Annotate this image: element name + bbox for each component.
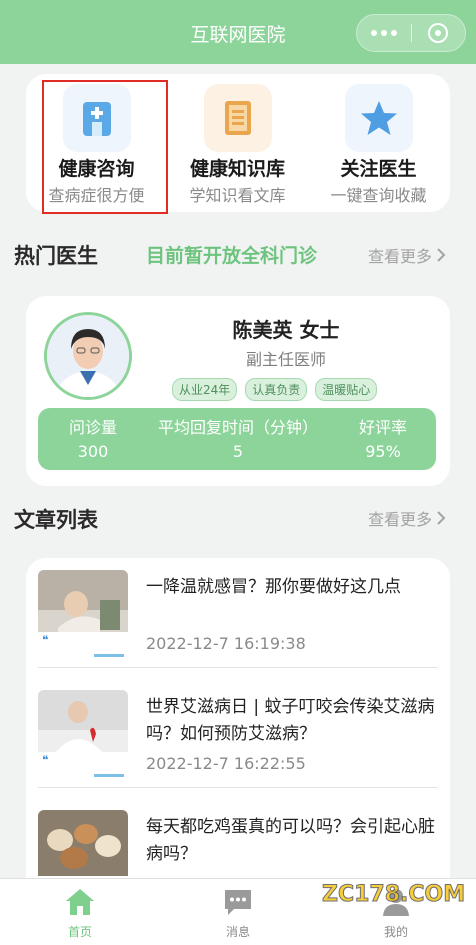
article-thumbnail: ❝ [38,570,128,660]
article-title: 世界艾滋病日 | 蚊子叮咬会传染艾滋病吗？如何预防艾滋病？ [146,697,435,744]
article-thumbnail: ❝ [38,690,128,780]
article-item[interactable]: ❝ 世界艾滋病日 | 蚊子叮咬会传染艾滋病吗？如何预防艾滋病？ 2022-12-… [26,678,450,788]
stat-reply-time: 平均回复时间（分钟） 5 [138,414,338,461]
stat-value: 95% [365,442,401,461]
doctor-tag: 从业24年 [172,378,238,401]
article-date: 2022-12-7 16:22:55 [146,754,306,773]
knowledge-base-entry[interactable]: 健康知识库 学知识看文库 [167,74,308,212]
close-mini-program-button[interactable] [411,15,465,51]
stat-label: 问诊量 [68,418,117,437]
doctor-name: 陈美英 女士 [232,318,340,342]
tab-messages[interactable]: 消息 [178,885,298,940]
stat-label: 平均回复时间（分钟） [157,418,318,437]
doctor-stats: 问诊量 300 平均回复时间（分钟） 5 好评率 95% [38,408,436,470]
more-options-button[interactable] [357,15,411,51]
article-title: 一降温就感冒？那你要做好这几点 [146,577,401,597]
hot-doctors-title: 热门医生 [14,244,98,268]
stat-rating: 好评率 95% [338,414,428,461]
article-title: 每天都吃鸡蛋真的可以吗？会引起心脏病吗？ [146,817,435,864]
stat-value: 5 [232,442,244,461]
navigation-bar: 互联网医院 [0,0,476,64]
stat-consultations: 问诊量 300 [48,414,138,461]
hot-doctors-more-link[interactable]: 查看更多 [368,243,446,267]
articles-more-link[interactable]: 查看更多 [368,506,446,530]
doctor-title: 副主任医师 [245,350,326,369]
watermark-logo: ZC178.COM [321,882,466,908]
star-icon [345,84,413,152]
article-item[interactable]: ❝ 一降温就感冒？那你要做好这几点 2022-12-7 16:19:38 [26,558,450,668]
svg-text:❝: ❝ [42,633,48,647]
mini-program-capsule [356,14,466,52]
follow-doctor-entry[interactable]: 关注医生 一键查询收藏 [308,74,449,212]
articles-title: 文章列表 [14,508,98,532]
doctor-card[interactable]: 陈美英 女士 副主任医师 从业24年 认真负责 温暖贴心 问诊量 300 平均回… [26,296,450,486]
doctor-tag: 温暖贴心 [315,378,378,401]
tab-home[interactable]: 首页 [20,885,140,940]
stat-label: 好评率 [358,418,407,437]
more-label: 查看更多 [368,510,433,529]
article-list: ❝ 一降温就感冒？那你要做好这几点 2022-12-7 16:19:38 ❝ 世… [26,558,450,898]
home-icon [63,885,97,919]
svg-text:❝: ❝ [42,753,48,767]
more-label: 查看更多 [368,247,433,266]
quick-sub: 一键查询收藏 [330,186,427,205]
doctor-avatar [44,312,132,400]
chevron-right-icon [437,511,446,525]
quick-sub: 学知识看文库 [189,186,286,205]
book-icon [204,84,272,152]
tab-label: 首页 [67,925,92,939]
message-icon [221,885,255,919]
doctor-tag: 认真负责 [245,378,308,401]
article-date: 2022-12-7 16:19:38 [146,634,306,653]
hot-doctors-note: 目前暂开放全科门诊 [146,245,318,267]
quick-label: 关注医生 [340,158,417,180]
tab-label: 我的 [383,925,408,939]
quick-label: 健康知识库 [189,158,285,180]
doctor-tags: 从业24年 认真负责 温暖贴心 [172,378,378,401]
tab-label: 消息 [225,925,250,939]
stat-value: 300 [77,442,109,461]
highlight-box [42,80,168,214]
chevron-right-icon [437,248,446,262]
